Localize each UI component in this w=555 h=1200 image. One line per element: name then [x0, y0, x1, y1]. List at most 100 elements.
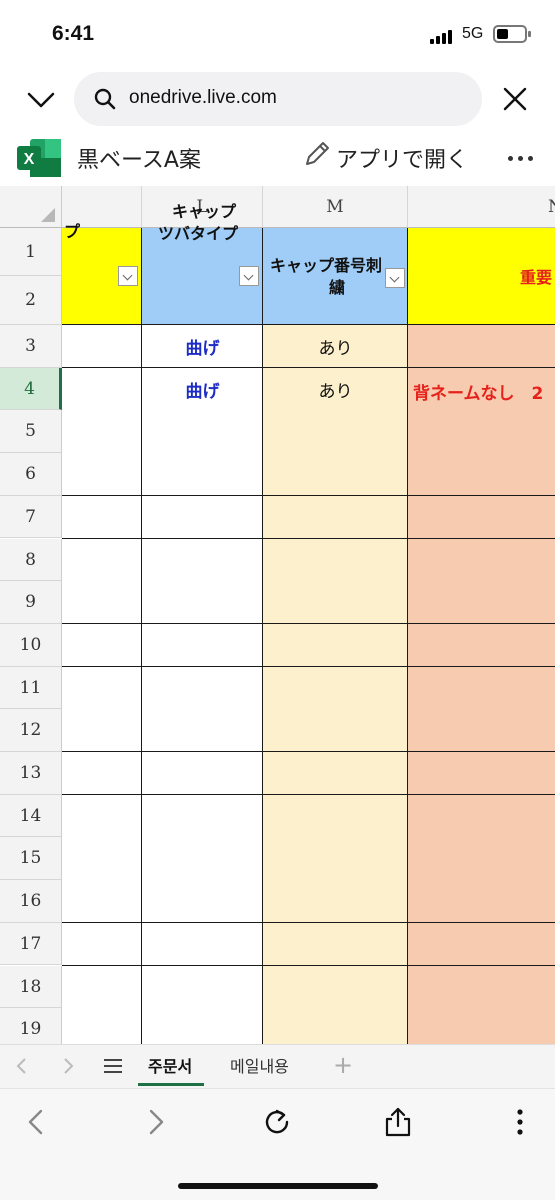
- file-name[interactable]: 黒ベースA案: [77, 142, 201, 174]
- row-header-9[interactable]: 9: [0, 581, 62, 624]
- cell-n18[interactable]: [408, 965, 555, 1009]
- cell-m5[interactable]: [263, 410, 408, 454]
- cell-m10[interactable]: [263, 623, 408, 668]
- url-field[interactable]: onedrive.live.com: [74, 72, 482, 126]
- select-all-corner[interactable]: [0, 186, 62, 228]
- row-header-16[interactable]: 16: [0, 880, 62, 923]
- cell-l12[interactable]: [142, 709, 263, 753]
- filter-dropdown-l[interactable]: [239, 266, 259, 286]
- cell-k4[interactable]: [62, 367, 142, 411]
- cell-l7[interactable]: [142, 495, 263, 539]
- forward-icon[interactable]: [140, 1107, 170, 1137]
- cell-k13[interactable]: [62, 752, 142, 796]
- cell-m13[interactable]: [263, 752, 408, 796]
- cell-n13[interactable]: [408, 752, 555, 796]
- close-icon[interactable]: [500, 84, 530, 114]
- cell-l17[interactable]: [142, 922, 263, 966]
- row-header-17[interactable]: 17: [0, 922, 62, 966]
- cell-n16[interactable]: [408, 880, 555, 924]
- cell-k6[interactable]: [62, 453, 142, 497]
- cell-k8[interactable]: [62, 538, 142, 582]
- cell-n15[interactable]: [408, 837, 555, 881]
- row-header-6[interactable]: 6: [0, 453, 62, 496]
- cell-n10[interactable]: [408, 623, 555, 668]
- cell-n7[interactable]: [408, 495, 555, 539]
- cell-m7[interactable]: [263, 495, 408, 539]
- cell-n12[interactable]: [408, 709, 555, 753]
- row-header-12[interactable]: 12: [0, 709, 62, 752]
- cell-k11[interactable]: [62, 666, 142, 710]
- cell-n3[interactable]: [408, 325, 555, 369]
- cell-l6[interactable]: [142, 453, 263, 497]
- tab-order-form[interactable]: 주문서: [148, 1053, 192, 1077]
- cell-k5[interactable]: [62, 410, 142, 454]
- cell-l5[interactable]: [142, 410, 263, 454]
- cell-m11[interactable]: [263, 666, 408, 710]
- menu-icon[interactable]: [104, 1059, 122, 1073]
- row-header-10[interactable]: 10: [0, 623, 62, 667]
- cell-m18[interactable]: [263, 965, 408, 1009]
- cell-m16[interactable]: [263, 880, 408, 924]
- more-vertical-icon[interactable]: [505, 1107, 535, 1137]
- cell-l15[interactable]: [142, 837, 263, 881]
- cell-k3[interactable]: [62, 325, 142, 369]
- cell-n9[interactable]: [408, 581, 555, 625]
- filter-dropdown-m[interactable]: [385, 268, 405, 288]
- cell-n17[interactable]: [408, 922, 555, 966]
- open-in-app-button[interactable]: アプリで開く: [336, 142, 468, 174]
- row-header-1[interactable]: 1: [0, 228, 62, 276]
- cell-n8[interactable]: [408, 538, 555, 582]
- cell-l9[interactable]: [142, 581, 263, 625]
- cell-n14[interactable]: [408, 794, 555, 838]
- cell-l11[interactable]: [142, 666, 263, 710]
- filter-dropdown-k[interactable]: [118, 266, 138, 286]
- cell-m19[interactable]: [263, 1008, 408, 1044]
- plus-icon[interactable]: +: [333, 1051, 353, 1079]
- reload-icon[interactable]: [262, 1107, 292, 1137]
- cell-m6[interactable]: [263, 453, 408, 497]
- tab-mail-content[interactable]: 메일내용: [230, 1053, 289, 1077]
- column-header-m[interactable]: M: [263, 186, 408, 228]
- chevron-down-icon[interactable]: [26, 84, 56, 114]
- cell-k18[interactable]: [62, 965, 142, 1009]
- chevron-left-icon[interactable]: [12, 1055, 32, 1077]
- cell-k16[interactable]: [62, 880, 142, 924]
- cell-n11[interactable]: [408, 666, 555, 710]
- cell-l8[interactable]: [142, 538, 263, 582]
- share-icon[interactable]: [383, 1107, 413, 1137]
- cell-l10[interactable]: [142, 623, 263, 668]
- cell-k14[interactable]: [62, 794, 142, 838]
- row-header-11[interactable]: 11: [0, 666, 62, 710]
- cell-m9[interactable]: [263, 581, 408, 625]
- cell-l13[interactable]: [142, 752, 263, 796]
- back-icon[interactable]: [22, 1107, 52, 1137]
- row-header-3[interactable]: 3: [0, 325, 62, 368]
- cell-k15[interactable]: [62, 837, 142, 881]
- spreadsheet-grid[interactable]: L M N 12345678910111213141516171819 プ キャ…: [0, 186, 555, 1044]
- cell-k17[interactable]: [62, 922, 142, 966]
- cell-k7[interactable]: [62, 495, 142, 539]
- row-header-5[interactable]: 5: [0, 410, 62, 454]
- cell-m8[interactable]: [263, 538, 408, 582]
- more-icon[interactable]: [508, 156, 534, 162]
- cell-k10[interactable]: [62, 623, 142, 668]
- cell-m14[interactable]: [263, 794, 408, 838]
- row-header-15[interactable]: 15: [0, 837, 62, 881]
- cell-m15[interactable]: [263, 837, 408, 881]
- row-header-2[interactable]: 2: [0, 276, 62, 325]
- row-header-14[interactable]: 14: [0, 794, 62, 838]
- cell-n6[interactable]: [408, 453, 555, 497]
- cell-m17[interactable]: [263, 922, 408, 966]
- row-header-13[interactable]: 13: [0, 752, 62, 795]
- row-header-18[interactable]: 18: [0, 965, 62, 1009]
- cell-k12[interactable]: [62, 709, 142, 753]
- cell-k19[interactable]: [62, 1008, 142, 1044]
- chevron-right-icon[interactable]: [58, 1055, 78, 1077]
- column-header-n[interactable]: N: [408, 186, 555, 228]
- row-header-4[interactable]: 4: [0, 367, 62, 411]
- row-header-19[interactable]: 19: [0, 1008, 62, 1044]
- cell-l16[interactable]: [142, 880, 263, 924]
- cell-l19[interactable]: [142, 1008, 263, 1044]
- cell-n5[interactable]: [408, 410, 555, 454]
- row-header-7[interactable]: 7: [0, 495, 62, 539]
